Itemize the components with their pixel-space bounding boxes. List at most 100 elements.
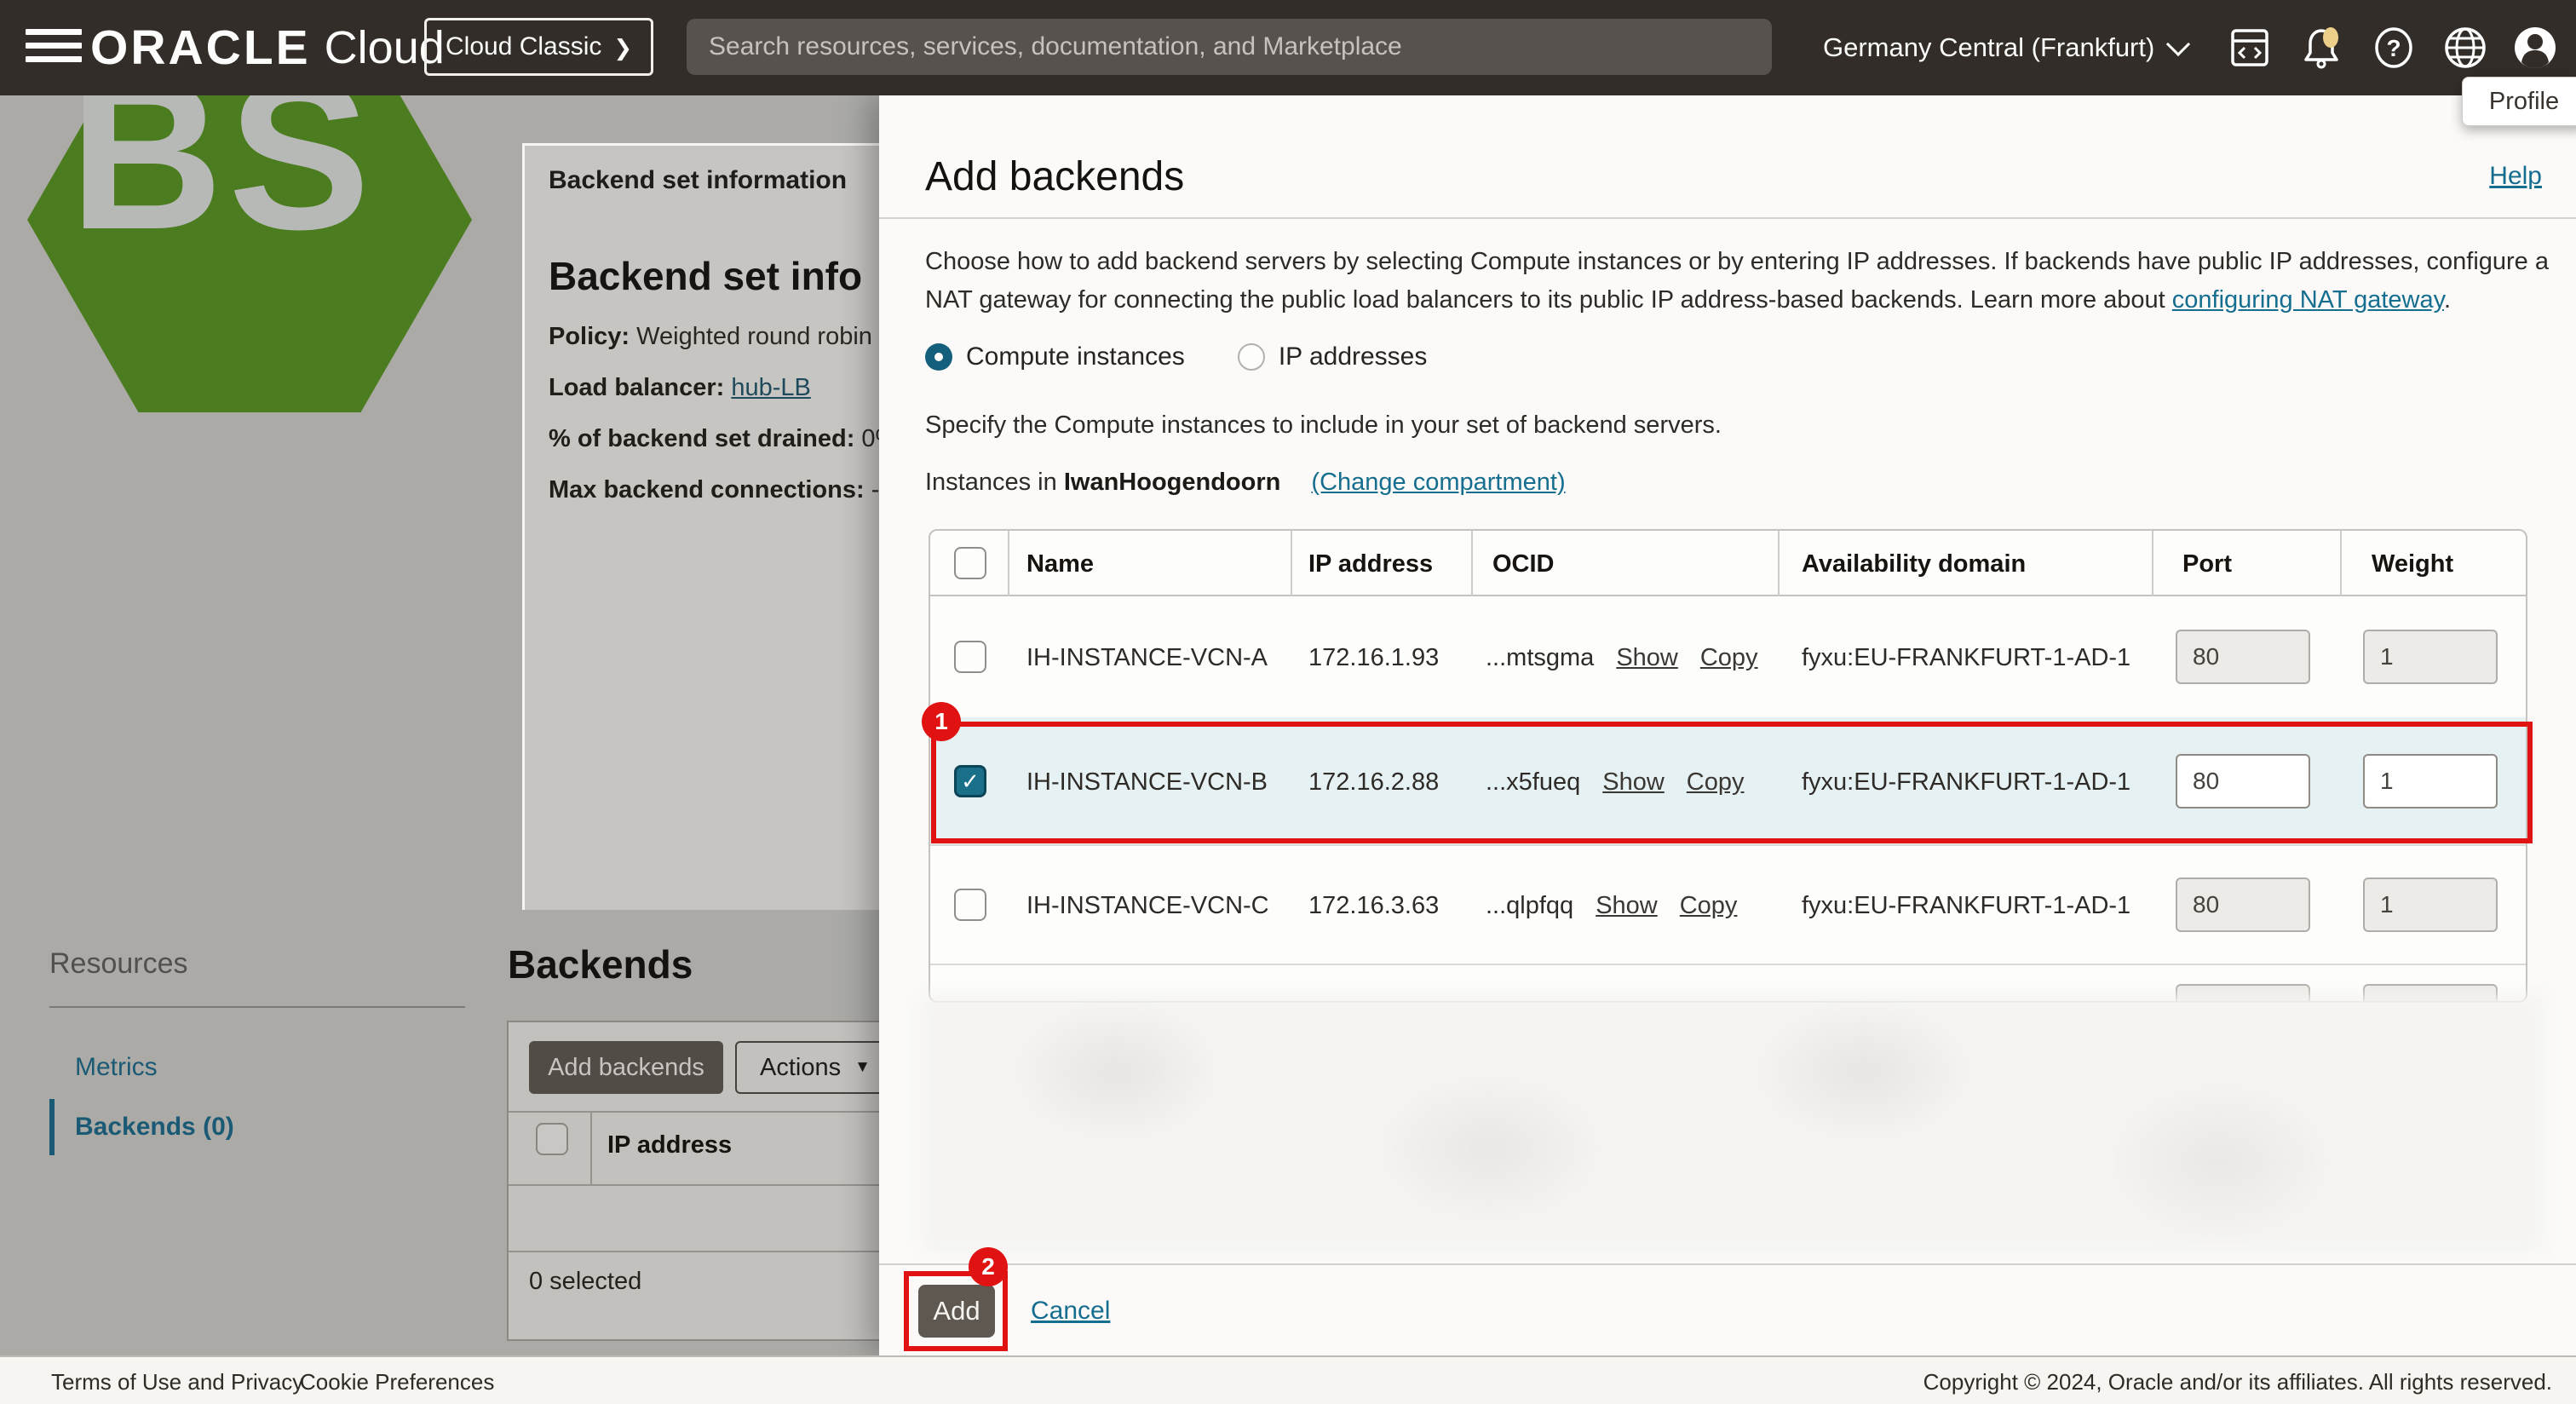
cookie-preferences-link[interactable]: Cookie Preferences [300, 1369, 494, 1395]
search-input[interactable] [687, 19, 1772, 75]
cancel-link[interactable]: Cancel [1031, 1297, 1110, 1326]
port-input[interactable] [2176, 878, 2310, 932]
instance-ip: 172.16.1.93 [1308, 644, 1439, 672]
help-icon[interactable]: ? [2370, 24, 2418, 72]
dimmed-background-page: BS Backend set information Backend set i… [0, 95, 879, 1355]
annotation-step-2: 2 [969, 1247, 1008, 1286]
compute-instances-radio-label[interactable]: Compute instances [966, 342, 1185, 371]
backend-set-information-tab: Backend set information [549, 166, 847, 195]
column-header-ip: IP address [1308, 550, 1433, 578]
compartment-name: IwanHoogendoorn [1064, 469, 1281, 496]
select-all-checkbox[interactable] [954, 547, 986, 579]
copyright-text: Copyright © 2024, Oracle and/or its affi… [1923, 1369, 2552, 1395]
hamburger-menu-icon[interactable] [26, 29, 82, 66]
title-divider [879, 217, 2576, 219]
top-navigation-bar: ORACLE Cloud Cloud Classic ❯ Germany Cen… [0, 0, 2576, 95]
column-header-ad: Availability domain [1802, 550, 2026, 578]
table-header-row: Name IP address OCID Availability domain… [930, 531, 2526, 596]
globe-language-icon[interactable] [2441, 24, 2489, 72]
change-compartment-link[interactable]: (Change compartment) [1311, 469, 1565, 496]
load-balancer-field: Load balancer: hub-LB [549, 374, 811, 402]
instance-ocid-cell: ...qlpfqq Show Copy [1486, 892, 1737, 920]
backend-set-info-heading: Backend set info [549, 253, 862, 299]
region-selector[interactable]: Germany Central (Frankfurt) [1823, 0, 2187, 95]
configuring-nat-gateway-link[interactable]: configuring NAT gateway [2172, 286, 2444, 314]
logo-oracle-text: ORACLE [90, 20, 311, 76]
ip-addresses-radio-label[interactable]: IP addresses [1279, 342, 1428, 371]
panel-description: Choose how to add backend servers by sel… [925, 243, 2550, 319]
backends-section-heading: Backends [508, 941, 693, 987]
ocid-value: ...qlpfqq [1486, 892, 1573, 920]
max-connections-field: Max backend connections: - [549, 476, 879, 504]
ocid-copy-link[interactable]: Copy [1680, 892, 1738, 920]
panel-footer-divider [879, 1263, 2576, 1265]
instance-ocid-cell: ...mtsgma Show Copy [1486, 644, 1758, 672]
ocid-copy-link[interactable]: Copy [1700, 644, 1758, 672]
sidebar-item-backends[interactable]: Backends (0) [75, 1113, 234, 1142]
resources-divider [49, 1006, 465, 1008]
header-row-divider [509, 1184, 879, 1186]
load-balancer-link[interactable]: hub-LB [731, 374, 811, 401]
profile-tooltip-label: Profile [2489, 88, 2559, 116]
ip-address-column-header: IP address [607, 1131, 732, 1159]
table-row-instance-a[interactable]: IH-INSTANCE-VCN-A 172.16.1.93 ...mtsgma … [930, 596, 2526, 717]
ocid-show-link[interactable]: Show [1596, 892, 1658, 920]
annotation-rect-selected-row [931, 722, 2533, 843]
weight-input[interactable] [2363, 878, 2498, 932]
backend-type-radio-group: Compute instances IP addresses [925, 342, 1427, 371]
column-divider [590, 1111, 592, 1184]
add-backends-button-background[interactable]: Add backends [529, 1041, 723, 1094]
help-link[interactable]: Help [2489, 162, 2542, 191]
blurred-content-region [922, 995, 2544, 1251]
notification-badge [2323, 27, 2338, 48]
oracle-cloud-logo: ORACLE Cloud [90, 0, 445, 95]
svg-text:?: ? [2386, 35, 2401, 61]
selected-count-label: 0 selected [529, 1268, 641, 1296]
region-label: Germany Central (Frankfurt) [1823, 32, 2154, 63]
annotation-step-1: 1 [922, 702, 961, 741]
port-input[interactable] [2176, 630, 2310, 684]
instance-ip: 172.16.3.63 [1308, 892, 1439, 920]
ip-addresses-radio[interactable] [1238, 343, 1265, 371]
notifications-bell-icon[interactable] [2297, 24, 2345, 72]
active-item-indicator [49, 1099, 55, 1155]
page-footer: Terms of Use and Privacy Cookie Preferen… [0, 1355, 2576, 1404]
profile-avatar-icon[interactable] [2511, 24, 2559, 72]
policy-field: Policy: Weighted round robin [549, 323, 872, 351]
caret-down-icon: ▼ [854, 1058, 871, 1077]
backend-set-badge-text: BS [0, 95, 445, 262]
developer-tools-icon[interactable] [2226, 24, 2274, 72]
specify-instances-text: Specify the Compute instances to include… [925, 411, 1722, 440]
add-backends-panel: Add backends Help Choose how to add back… [879, 95, 2576, 1355]
instance-ad: fyxu:EU-FRANKFURT-1-AD-1 [1802, 892, 2130, 920]
instance-name: IH-INSTANCE-VCN-C [1026, 892, 1269, 920]
backend-set-information-card: Backend set information Backend set info… [522, 143, 879, 910]
panel-title: Add backends [925, 153, 1184, 200]
column-header-ocid: OCID [1492, 550, 1555, 578]
table-row-instance-c[interactable]: IH-INSTANCE-VCN-C 172.16.3.63 ...qlpfqq … [930, 845, 2526, 964]
weight-input[interactable] [2363, 630, 2498, 684]
profile-tooltip: Profile [2462, 77, 2576, 126]
resources-heading: Resources [49, 947, 188, 981]
row-checkbox[interactable] [954, 889, 986, 921]
column-header-name: Name [1026, 550, 1094, 578]
cloud-classic-button[interactable]: Cloud Classic ❯ [424, 18, 653, 76]
oracle-cloud-console: ORACLE Cloud Cloud Classic ❯ Germany Cen… [0, 0, 2576, 1404]
column-header-weight: Weight [2372, 550, 2453, 578]
select-all-checkbox-background[interactable] [536, 1123, 568, 1155]
chevron-right-icon: ❯ [613, 35, 632, 61]
ocid-show-link[interactable]: Show [1616, 644, 1678, 672]
sidebar-item-metrics[interactable]: Metrics [75, 1053, 158, 1082]
chevron-down-icon [2166, 32, 2190, 56]
instance-name: IH-INSTANCE-VCN-A [1026, 644, 1268, 672]
terms-link[interactable]: Terms of Use and Privacy [51, 1369, 303, 1395]
backends-table-card: Add backends Actions ▼ IP address 0 sele… [507, 1021, 879, 1341]
drained-field: % of backend set drained: 0% [549, 425, 879, 453]
global-search [687, 19, 1772, 75]
toolbar-divider [509, 1111, 879, 1113]
row-checkbox[interactable] [954, 641, 986, 673]
actions-dropdown-button[interactable]: Actions ▼ [735, 1041, 879, 1094]
compute-instances-radio[interactable] [925, 343, 952, 371]
ocid-value: ...mtsgma [1486, 644, 1594, 672]
empty-row-divider [509, 1251, 879, 1252]
